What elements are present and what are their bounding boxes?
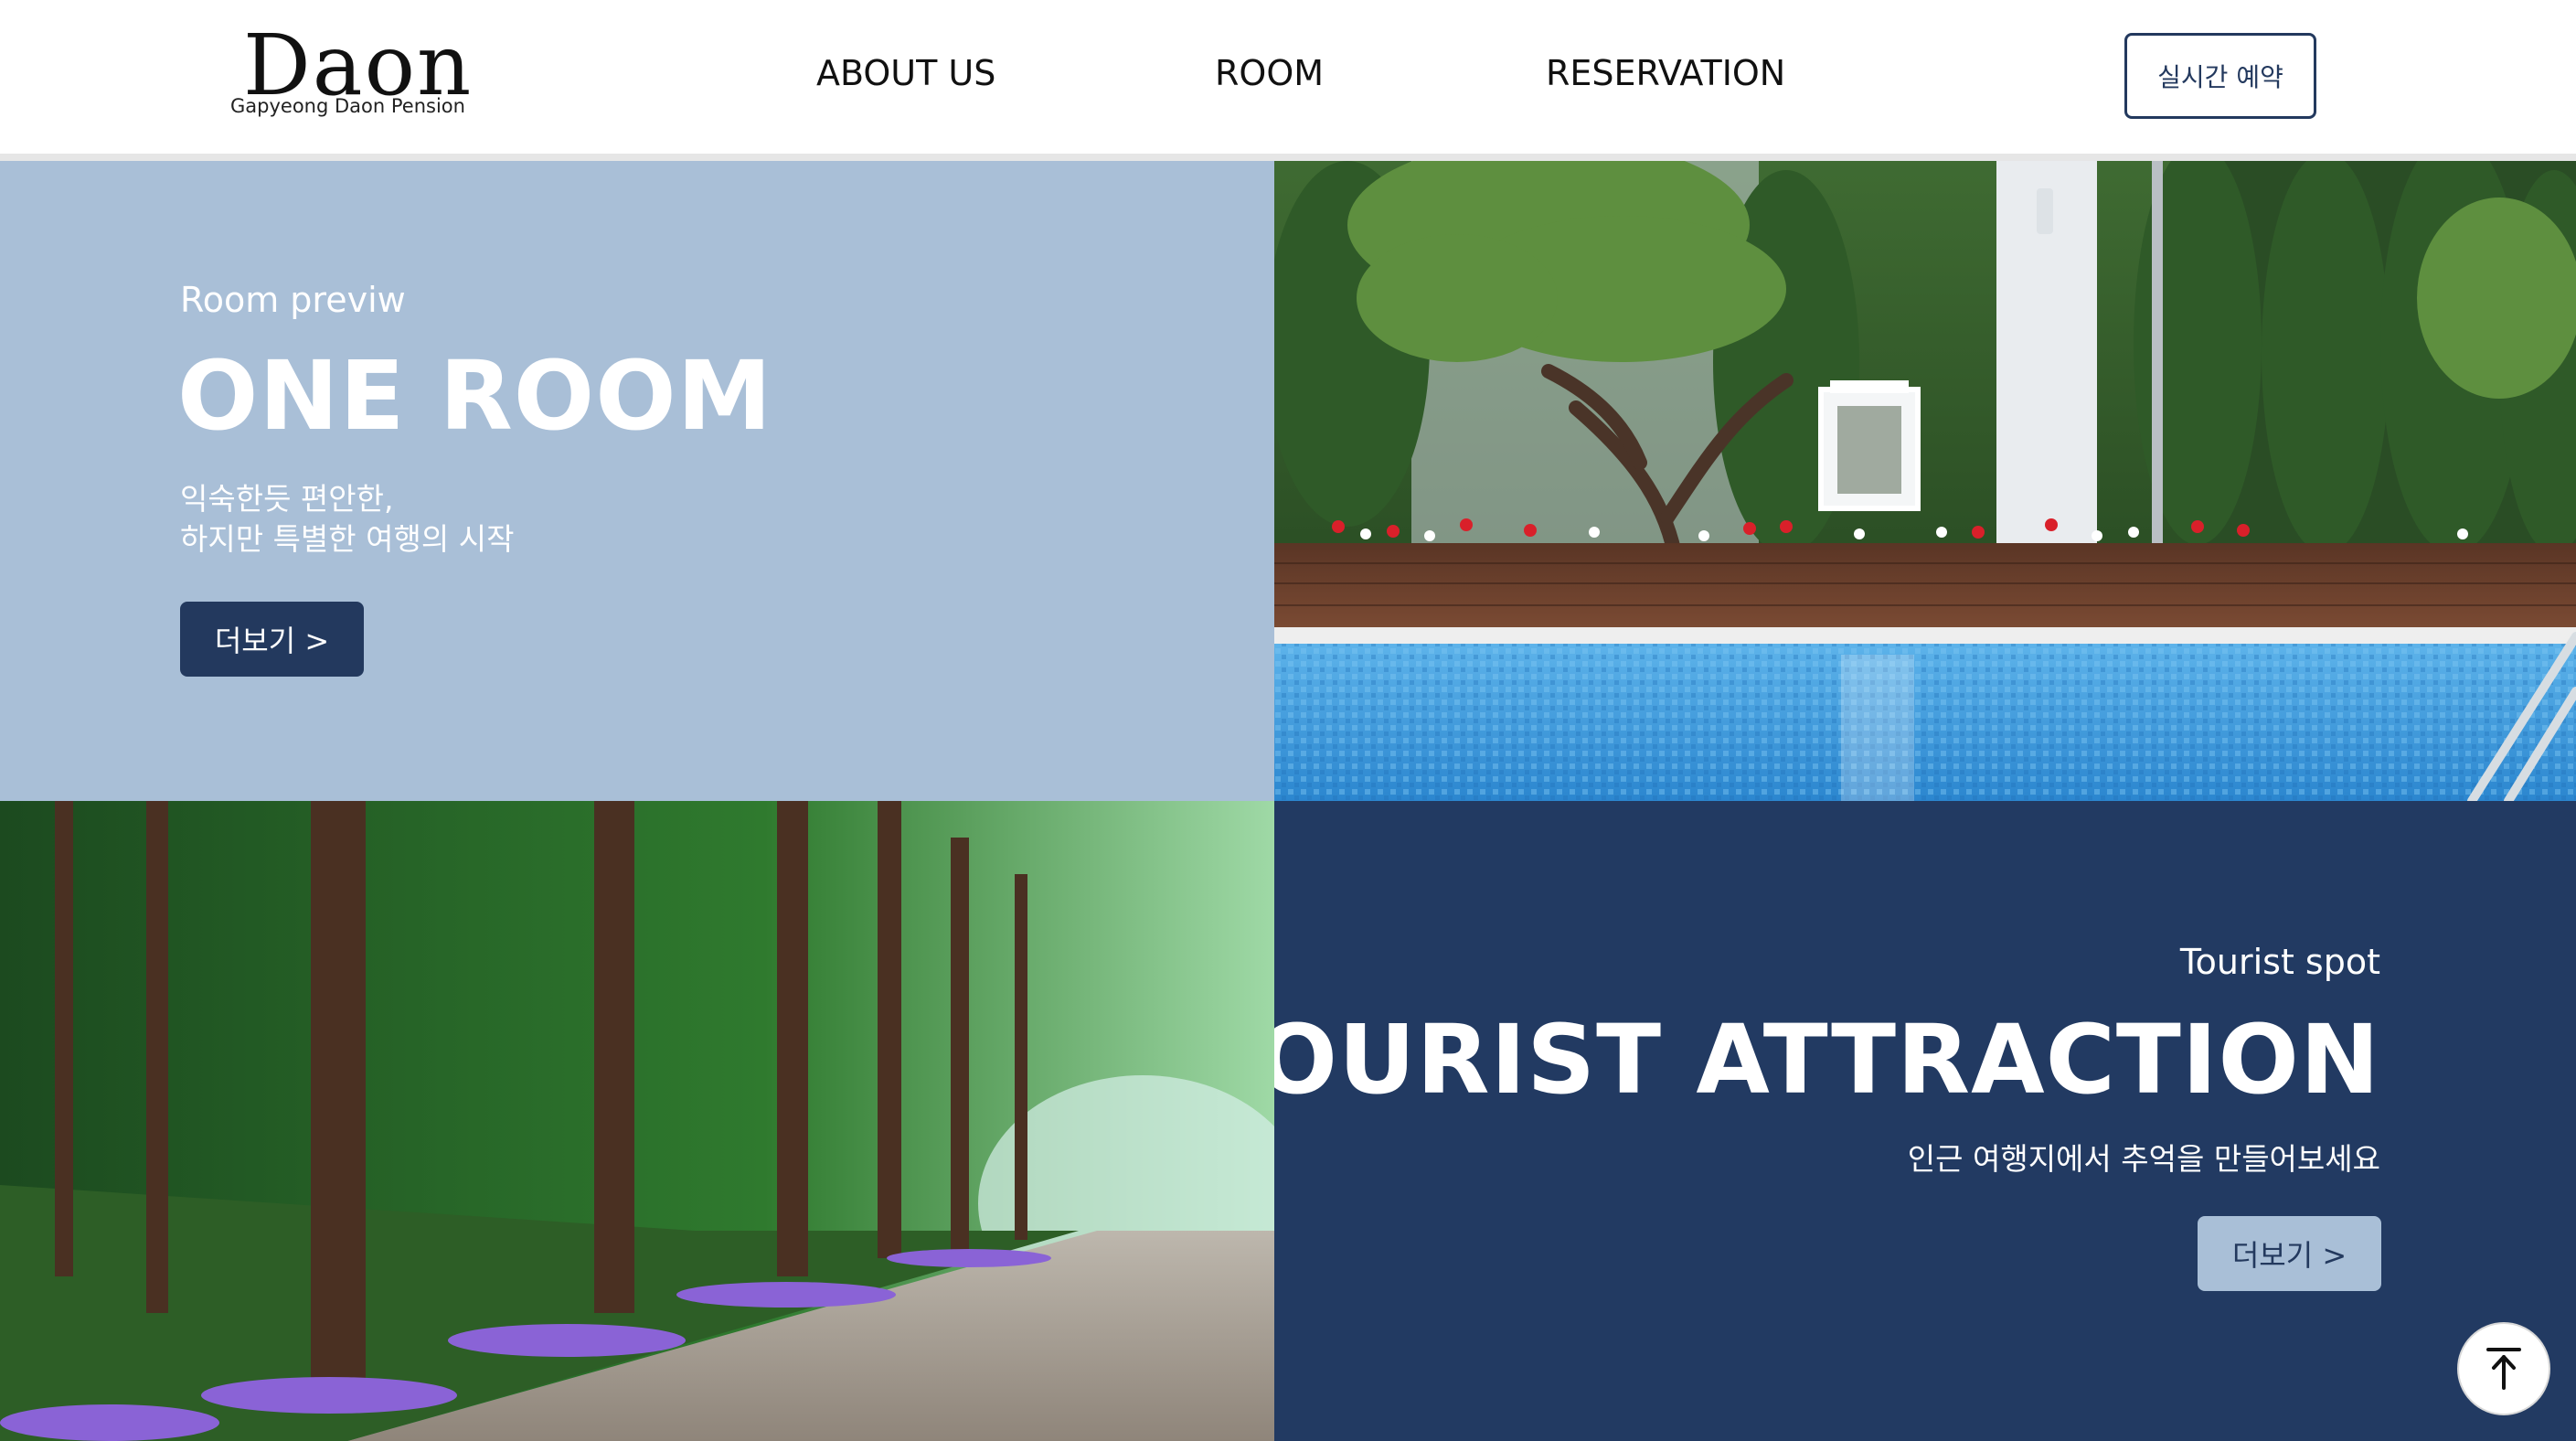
pool-garden-illustration — [1274, 161, 2576, 801]
room-title: ONE ROOM — [177, 340, 773, 452]
logo[interactable]: Daon Gapyeong Daon Pension — [229, 20, 475, 130]
room-more-button[interactable]: 더보기 > — [180, 602, 364, 677]
tour-description: 인근 여행지에서 추억을 만들어보세요 — [1907, 1141, 2380, 1177]
lantern — [1818, 380, 1921, 511]
tourist-attraction-section: Tourist spot TOURIST ATTRACTION 인근 여행지에서… — [1274, 801, 2576, 1441]
header-divider — [0, 154, 2576, 161]
nav-reservation[interactable]: RESERVATION — [1546, 48, 1785, 99]
logo-subtitle: Gapyeong Daon Pension — [230, 95, 465, 117]
pool-garden-photo — [1274, 161, 2576, 801]
forest-path-photo — [0, 801, 1274, 1441]
forest-path-illustration — [0, 801, 1274, 1441]
tour-kicker: Tourist spot — [2179, 942, 2380, 982]
realtime-reservation-button[interactable]: 실시간 예약 — [2124, 33, 2316, 119]
tour-more-button[interactable]: 더보기 > — [2198, 1216, 2381, 1291]
scroll-to-top-button[interactable] — [2457, 1322, 2550, 1415]
site-header: Daon Gapyeong Daon Pension ABOUT US ROOM… — [0, 0, 2576, 154]
room-description-line-2: 하지만 특별한 여행의 시작 — [180, 521, 515, 557]
tour-title: TOURIST ATTRACTION — [1274, 1004, 2380, 1115]
nav-about-us[interactable]: ABOUT US — [816, 48, 995, 99]
room-kicker: Room previw — [180, 280, 406, 320]
arrow-up-to-top-icon — [2486, 1348, 2521, 1390]
room-description-line-1: 익숙한듯 편안한, — [180, 481, 394, 517]
room-preview-section: Room previw ONE ROOM 익숙한듯 편안한, 하지만 특별한 여… — [0, 161, 1274, 801]
nav-room[interactable]: ROOM — [1215, 48, 1324, 99]
